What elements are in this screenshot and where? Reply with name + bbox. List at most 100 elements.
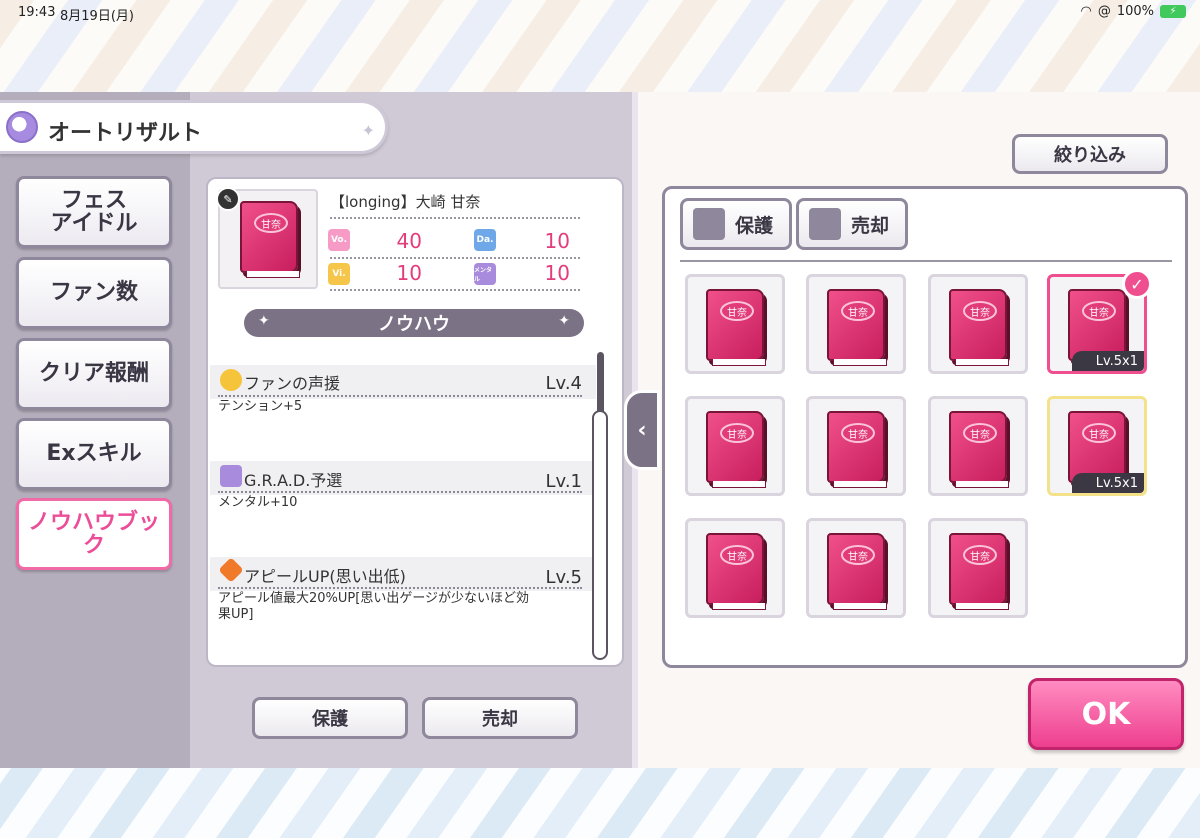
knowhow-book-item[interactable]: 甘奈 — [685, 274, 785, 374]
knowhow-book-item[interactable]: 甘奈 — [806, 396, 906, 496]
tab-clear-reward[interactable]: クリア報酬 — [16, 338, 172, 410]
status-bar: 19:43 8月19日(月) ◠ @ 100% ⚡ — [0, 0, 1200, 26]
status-right: ◠ @ 100% ⚡ — [1080, 4, 1186, 19]
page-title: オートリザルト — [48, 121, 203, 146]
knowhow-book-item[interactable]: 甘奈 — [685, 518, 785, 618]
skill-level: Lv.1 — [545, 471, 582, 492]
book-pages — [712, 481, 766, 488]
skill-desc: メンタル+10 — [218, 495, 298, 510]
knowhow-book-item[interactable]: 甘奈 — [928, 396, 1028, 496]
book-icon: 甘奈 — [827, 533, 887, 610]
title-bar: オートリザルト ✦ — [0, 100, 388, 154]
book-pages — [833, 481, 887, 488]
book-plate-label: 甘奈 — [720, 301, 754, 321]
tab-knowhow-book[interactable]: ノウハウブック — [16, 498, 172, 570]
skill-name: アピールUP(思い出低) — [244, 567, 406, 586]
book-icon: 甘奈 — [949, 411, 1009, 488]
book-plate-label: 甘奈 — [841, 423, 875, 443]
knowhow-book-item[interactable]: 甘奈 — [928, 518, 1028, 618]
mental-badge-icon: メンタル — [474, 263, 496, 285]
lock-rotation-icon: @ — [1097, 4, 1111, 19]
book-icon: 甘奈 — [706, 533, 766, 610]
book-plate-label: 甘奈 — [720, 545, 754, 565]
skill-name: ファンの声援 — [244, 374, 341, 393]
knowhow-book-item[interactable]: 甘奈 Lv.5x1 — [1047, 396, 1147, 496]
card-name: 【longing】大崎 甘奈 — [330, 193, 481, 211]
stat-da-value: 10 — [544, 229, 570, 253]
knowhow-book-item[interactable]: 甘奈 Lv.5x1 ✓ — [1047, 269, 1152, 374]
skill-name: G.R.A.D.予選 — [244, 471, 343, 490]
sell-button[interactable]: 売却 — [422, 697, 578, 739]
edit-icon[interactable]: ✎ — [216, 187, 240, 211]
book-plate-label: 甘奈 — [1082, 423, 1116, 443]
sparkle-icon: ✦ — [361, 121, 375, 140]
book-pages — [833, 359, 887, 366]
stat-da: Da. — [474, 229, 496, 251]
mental-icon — [220, 465, 242, 487]
book-plate-label: 甘奈 — [963, 545, 997, 565]
protect-filter-toggle[interactable]: 保護 — [680, 198, 792, 250]
smile-icon — [220, 369, 242, 391]
book-plate-label: 甘奈 — [841, 301, 875, 321]
auto-result-icon — [6, 111, 38, 143]
book-plate-label: 甘奈 — [720, 423, 754, 443]
book-icon: 甘奈 — [706, 411, 766, 488]
section-title: ノウハウ — [378, 314, 450, 335]
skill-level: Lv.4 — [545, 373, 582, 394]
book-pages — [955, 603, 1009, 610]
collapse-arrow-icon[interactable]: ‹ — [624, 390, 660, 470]
divider — [218, 587, 582, 589]
skill-desc: アピール値最大20%UP[思い出ゲージが少ないほど効果UP] — [218, 591, 530, 623]
sparkle-icon: ✦ — [258, 313, 270, 329]
background-bottom — [0, 768, 1200, 838]
sell-filter-toggle[interactable]: 売却 — [796, 198, 908, 250]
knowhow-book-item[interactable]: 甘奈 — [685, 396, 785, 496]
checkbox-icon — [809, 208, 841, 240]
stat-vi-value: 10 — [396, 261, 422, 285]
battery-percent: 100% — [1116, 4, 1154, 19]
stat-vi: Vi. — [328, 263, 350, 285]
divider — [218, 395, 582, 397]
tab-ex-skill[interactable]: Exスキル — [16, 418, 172, 490]
level-tag: Lv.5x1 — [1072, 473, 1144, 493]
stat-vo: Vo. — [328, 229, 350, 251]
book-pages — [833, 603, 887, 610]
divider — [218, 491, 582, 493]
book-icon: 甘奈 — [949, 289, 1009, 366]
sparkle-icon: ✦ — [558, 313, 570, 329]
filter-button[interactable]: 絞り込み — [1012, 134, 1168, 174]
knowhow-book-item[interactable]: 甘奈 — [928, 274, 1028, 374]
book-plate-label: 甘奈 — [841, 545, 875, 565]
scrollbar-thumb[interactable] — [597, 352, 604, 416]
book-pages — [712, 359, 766, 366]
knowhow-book-item[interactable]: 甘奈 — [806, 274, 906, 374]
book-plate-label: 甘奈 — [963, 301, 997, 321]
book-icon: 甘奈 — [706, 289, 766, 366]
stat-mental-value: 10 — [544, 261, 570, 285]
ok-button[interactable]: OK — [1028, 678, 1184, 750]
tab-fans[interactable]: ファン数 — [16, 257, 172, 329]
book-icon: 甘奈 — [240, 201, 300, 278]
detail-card: ✎ 甘奈 【longing】大崎 甘奈 Vo. 40 Da. 10 Vi. 10… — [206, 177, 624, 667]
status-time: 19:43 — [18, 5, 56, 20]
protect-button[interactable]: 保護 — [252, 697, 408, 739]
divider — [330, 289, 580, 291]
vo-badge-icon: Vo. — [328, 229, 350, 251]
book-pages — [955, 481, 1009, 488]
check-icon: ✓ — [1122, 269, 1152, 299]
da-badge-icon: Da. — [474, 229, 496, 251]
skill-desc: テンション+5 — [218, 399, 303, 414]
knowhow-book-item[interactable]: 甘奈 — [806, 518, 906, 618]
book-icon: 甘奈 — [827, 289, 887, 366]
checkbox-icon — [693, 208, 725, 240]
tab-fes-idol[interactable]: フェス アイドル — [16, 176, 172, 248]
scrollbar-track[interactable] — [592, 410, 608, 660]
battery-icon: ⚡ — [1160, 5, 1186, 18]
book-thumbnail: ✎ 甘奈 — [216, 187, 318, 289]
level-tag: Lv.5x1 — [1072, 351, 1144, 371]
status-date: 8月19日(月) — [60, 9, 134, 24]
vi-badge-icon: Vi. — [328, 263, 350, 285]
divider — [330, 217, 580, 219]
stat-mental: メンタル — [474, 263, 496, 285]
toggle-label: 売却 — [851, 214, 890, 237]
